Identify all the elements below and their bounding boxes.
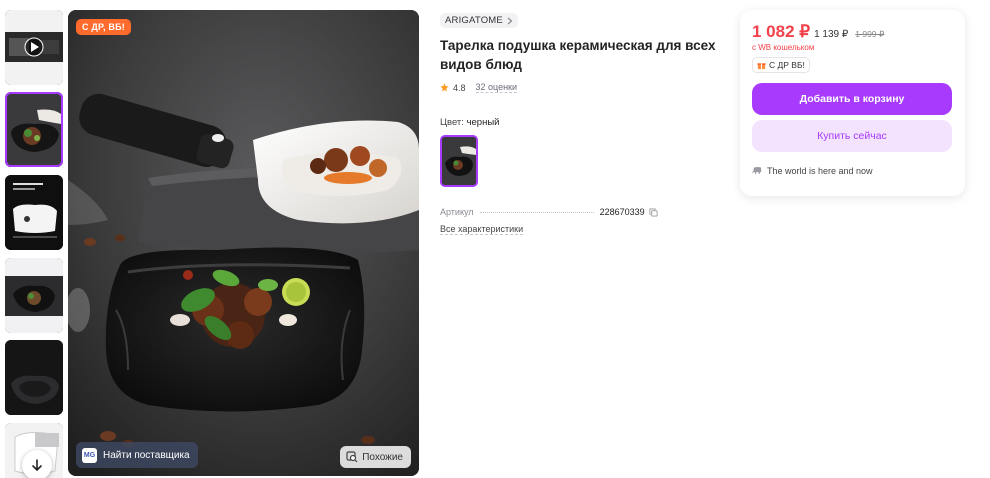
seller-info[interactable]: The world is here and now bbox=[752, 166, 953, 176]
color-label-text: Цвет: bbox=[440, 117, 464, 128]
article-label: Артикул bbox=[440, 207, 474, 217]
similar-icon bbox=[346, 451, 358, 463]
gift-icon bbox=[757, 62, 766, 69]
scroll-down-button[interactable] bbox=[22, 450, 52, 478]
article-row: Артикул 228670339 bbox=[440, 207, 725, 217]
color-label: Цвет: черный bbox=[440, 117, 725, 128]
rating-value: 4.8 bbox=[453, 82, 466, 93]
rating: 4.8 32 оценки bbox=[440, 82, 725, 93]
price-card: 1 082 ₽ 1 139 ₽ 1 999 ₽ с WB кошельком С… bbox=[740, 10, 965, 196]
supplier-logo: MG bbox=[82, 447, 97, 463]
all-specs-link[interactable]: Все характеристики bbox=[440, 224, 524, 235]
brand-link[interactable]: ARIGATOME bbox=[440, 13, 518, 28]
leader-dots bbox=[479, 212, 594, 213]
thumb-plate-1[interactable] bbox=[5, 92, 63, 167]
find-supplier-button[interactable]: MG Найти поставщика bbox=[76, 442, 198, 468]
thumb-plate-3[interactable] bbox=[5, 340, 63, 415]
card-badge-label: С ДР ВБ! bbox=[769, 60, 805, 70]
chevron-right-icon bbox=[507, 17, 513, 24]
thumb-video[interactable] bbox=[5, 10, 63, 85]
product-photo bbox=[68, 10, 419, 476]
copy-icon[interactable] bbox=[649, 207, 658, 217]
product-page: С ДР, ВБ! MG Найти поставщика Похожие AR… bbox=[0, 0, 990, 478]
add-to-cart-button[interactable]: Добавить в корзину bbox=[752, 82, 952, 115]
price-row: 1 082 ₽ 1 139 ₽ 1 999 ₽ bbox=[752, 22, 953, 42]
article-value: 228670339 bbox=[599, 207, 645, 217]
wallet-price: 1 082 ₽ bbox=[752, 22, 811, 41]
product-info: ARIGATOME Тарелка подушка керамическая д… bbox=[440, 10, 725, 237]
reviews-link[interactable]: 32 оценки bbox=[475, 82, 518, 93]
color-value: черный bbox=[466, 117, 500, 128]
thumb-plate-2[interactable] bbox=[5, 258, 63, 333]
similar-button[interactable]: Похожие bbox=[340, 446, 411, 468]
buy-now-button[interactable]: Купить сейчас bbox=[752, 119, 952, 152]
promo-badge: С ДР, ВБ! bbox=[76, 19, 131, 35]
main-product-image[interactable]: С ДР, ВБ! MG Найти поставщика Похожие bbox=[68, 10, 419, 476]
product-title: Тарелка подушка керамическая для всех ви… bbox=[440, 38, 716, 72]
regular-price: 1 139 ₽ bbox=[814, 29, 849, 40]
similar-label: Похожие bbox=[362, 451, 403, 463]
thumb-dimensions[interactable] bbox=[5, 175, 63, 250]
star-icon bbox=[440, 83, 449, 92]
brand-name: ARIGATOME bbox=[445, 15, 503, 26]
wallet-note: с WB кошельком bbox=[752, 43, 815, 52]
thumbnail-gallery bbox=[4, 10, 64, 478]
elephant-icon bbox=[752, 167, 762, 174]
arrow-down-icon bbox=[32, 459, 42, 471]
color-swatch-black[interactable] bbox=[440, 135, 478, 187]
find-supplier-label: Найти поставщика bbox=[103, 449, 190, 461]
old-price: 1 999 ₽ bbox=[855, 29, 885, 39]
card-promo-badge: С ДР ВБ! bbox=[752, 57, 810, 73]
seller-tagline: The world is here and now bbox=[767, 165, 873, 176]
